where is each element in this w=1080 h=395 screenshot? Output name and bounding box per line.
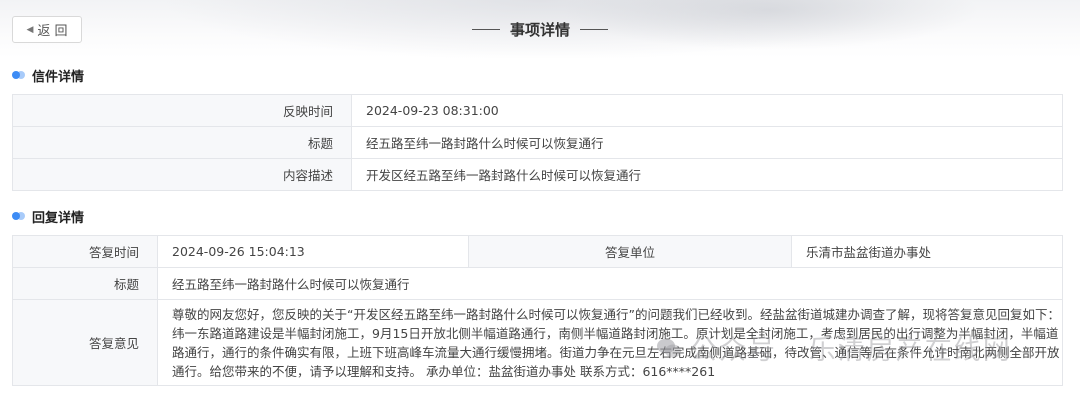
reply-opinion-label: 答复意见	[12, 299, 158, 386]
section-dot-icon	[12, 71, 26, 79]
letter-section-title: 信件详情	[32, 69, 85, 85]
reply-opinion-value: 尊敬的网友您好，您反映的关于“开发区经五路至纬一路封路什么时候可以恢复通行”的问…	[157, 299, 1063, 386]
reply-title-value: 经五路至纬一路封路什么时候可以恢复通行	[157, 267, 1063, 300]
table-row: 答复意见 尊敬的网友您好，您反映的关于“开发区经五路至纬一路封路什么时候可以恢复…	[12, 299, 1063, 386]
table-row: 标题 经五路至纬一路封路什么时候可以恢复通行	[12, 126, 1063, 159]
letter-title-value: 经五路至纬一路封路什么时候可以恢复通行	[351, 126, 1063, 159]
content-description-label: 内容描述	[12, 158, 352, 191]
reply-unit-value: 乐清市盐盆街道办事处	[791, 235, 1063, 268]
title-divider-left	[471, 28, 500, 30]
content-description-value: 开发区经五路至纬一路封路什么时候可以恢复通行	[351, 158, 1063, 191]
submit-time-label: 反映时间	[12, 94, 352, 127]
section-dot-icon	[12, 212, 26, 220]
reply-title-label: 标题	[12, 267, 158, 300]
table-row: 答复时间 2024-09-26 15:04:13 答复单位 乐清市盐盆街道办事处	[12, 235, 1063, 268]
reply-details-table: 答复时间 2024-09-26 15:04:13 答复单位 乐清市盐盆街道办事处…	[12, 235, 1063, 386]
submit-time-value: 2024-09-23 08:31:00	[351, 94, 1063, 127]
page-title: 事项详情	[509, 20, 570, 39]
table-row: 标题 经五路至纬一路封路什么时候可以恢复通行	[12, 267, 1063, 300]
table-row: 内容描述 开发区经五路至纬一路封路什么时候可以恢复通行	[12, 158, 1063, 191]
title-divider-right	[580, 28, 608, 30]
letter-section-header: 信件详情	[12, 66, 85, 85]
page-title-bar: 事项详情	[0, 16, 1080, 42]
reply-section-header: 回复详情	[12, 207, 85, 226]
reply-unit-label: 答复单位	[468, 235, 792, 268]
table-row: 反映时间 2024-09-23 08:31:00	[12, 94, 1063, 127]
reply-time-value: 2024-09-26 15:04:13	[157, 235, 469, 268]
reply-time-label: 答复时间	[12, 235, 158, 268]
letter-title-label: 标题	[12, 126, 352, 159]
letter-details-table: 反映时间 2024-09-23 08:31:00 标题 经五路至纬一路封路什么时…	[12, 94, 1063, 191]
reply-section-title: 回复详情	[32, 210, 85, 226]
